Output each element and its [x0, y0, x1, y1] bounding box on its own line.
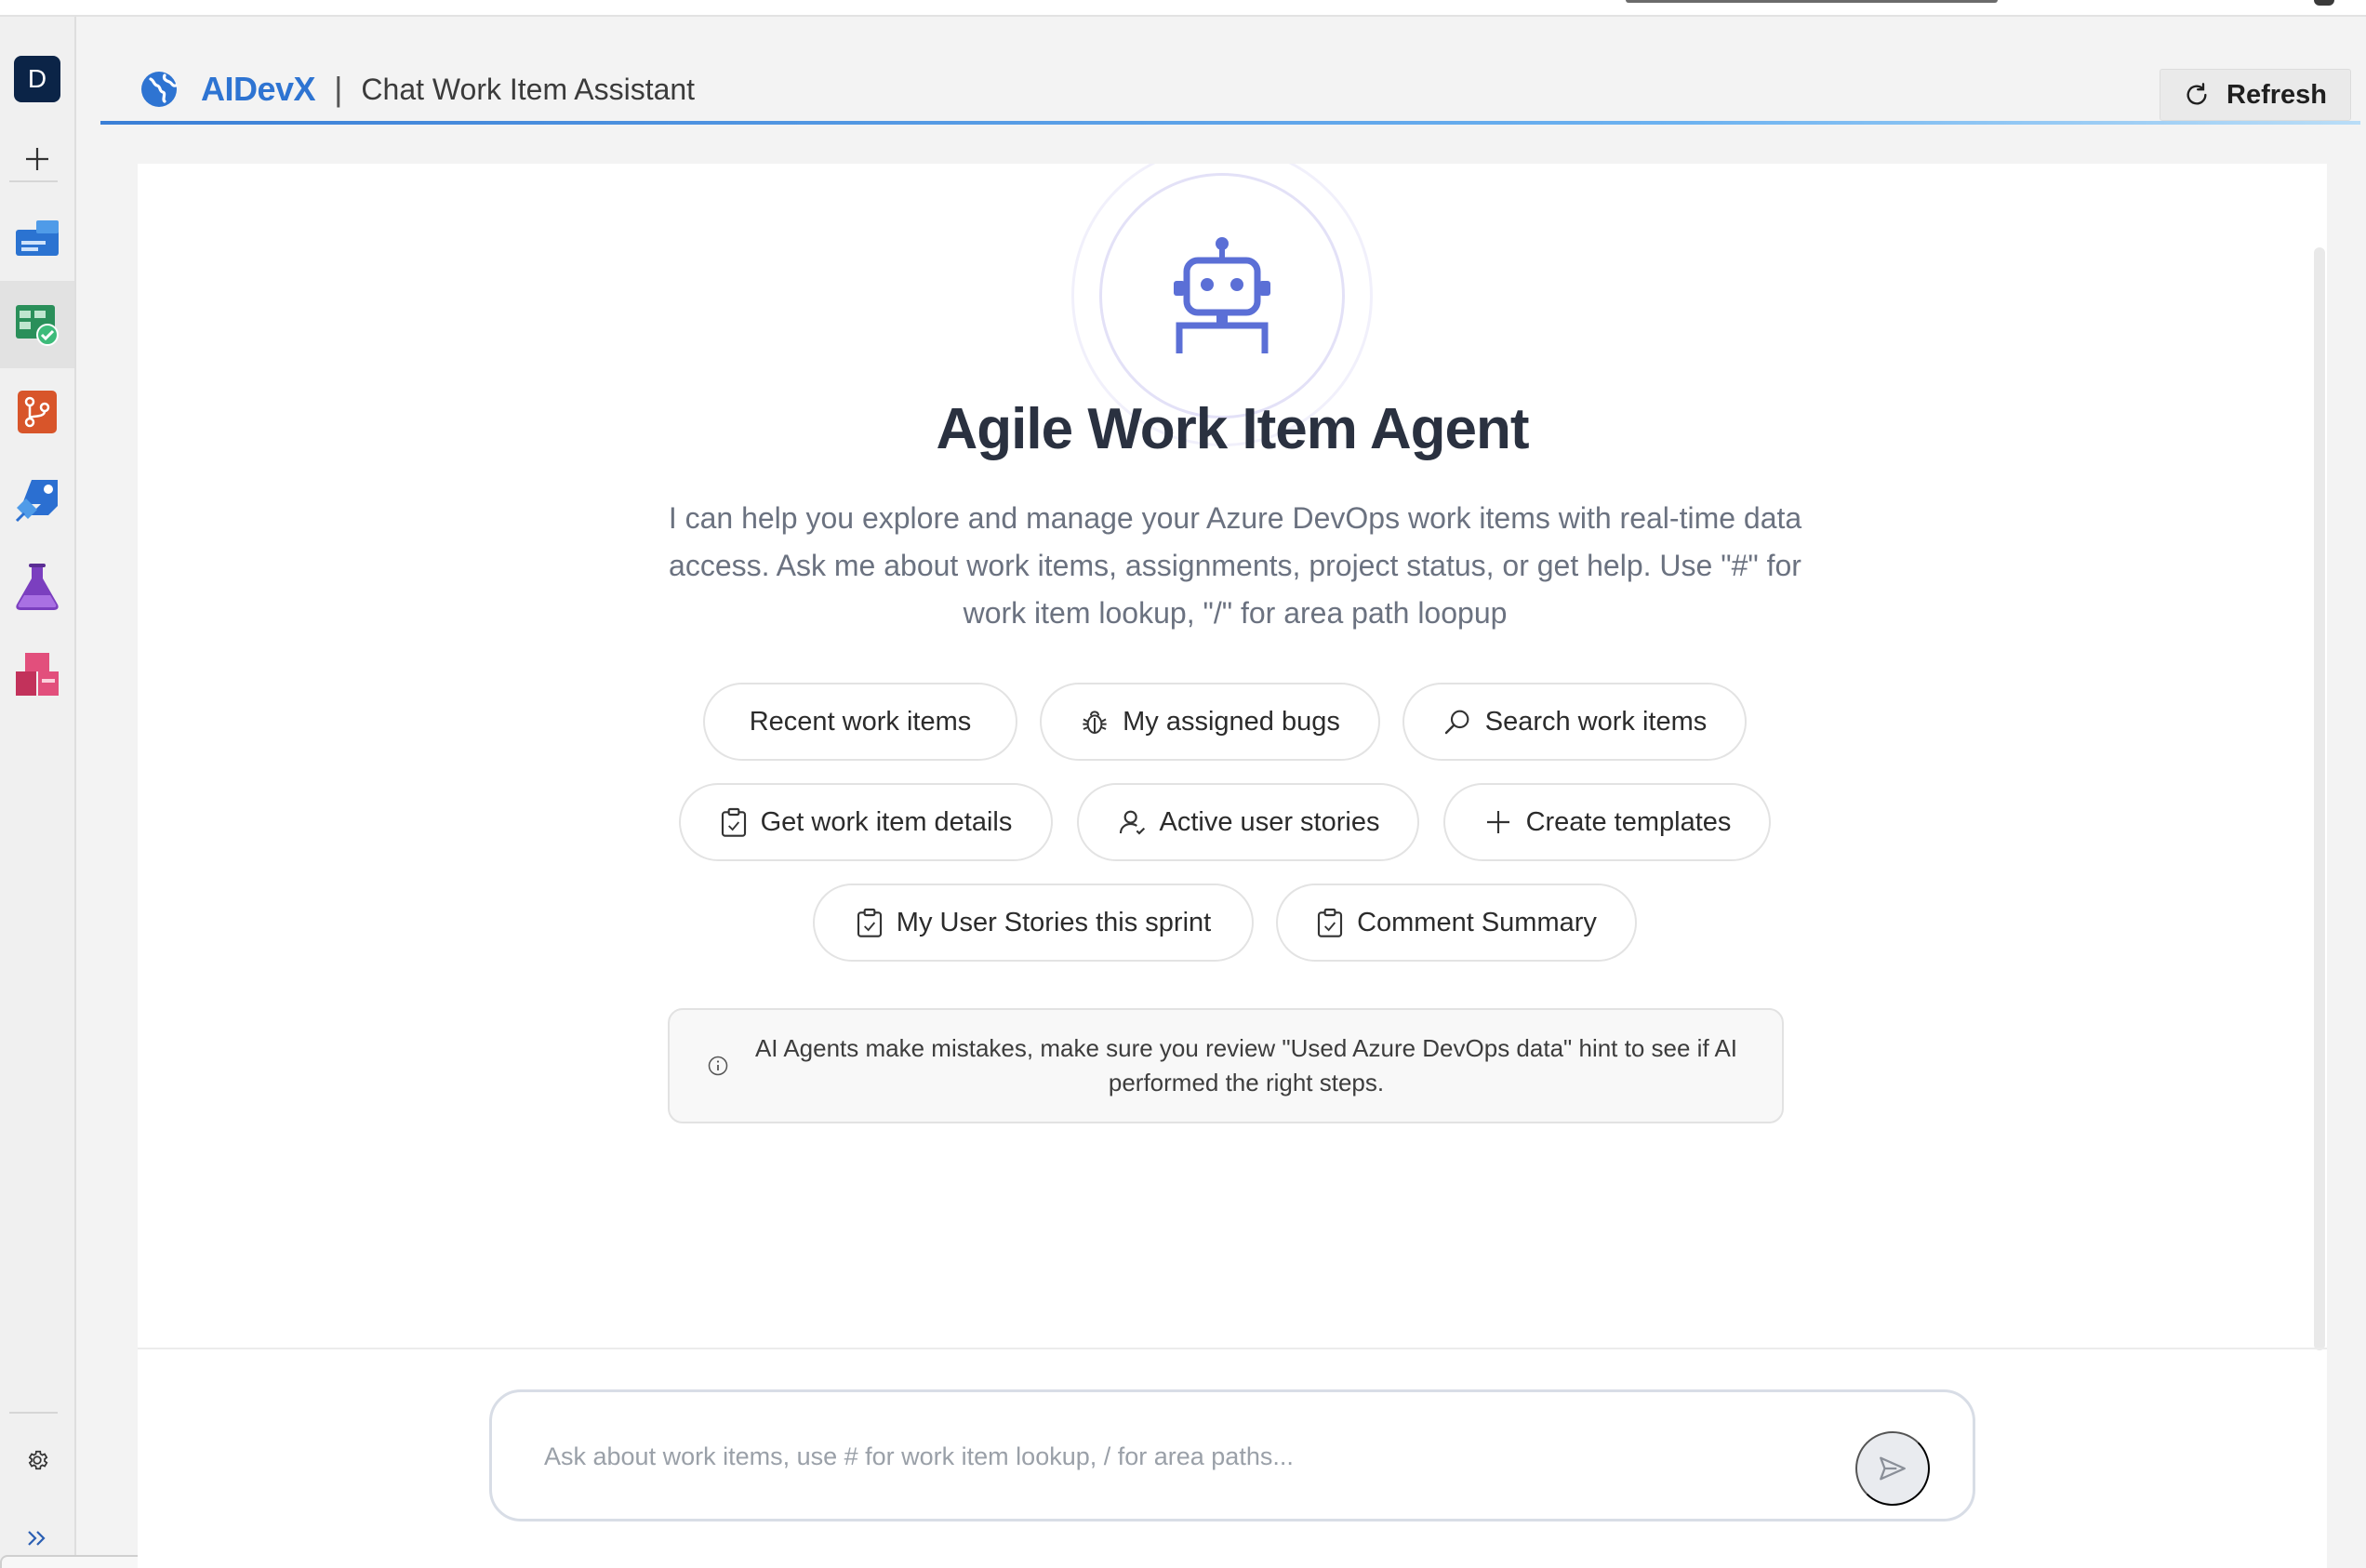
plus-icon [26, 148, 48, 170]
clipboard-icon [721, 807, 746, 837]
suggestion-label: Search work items [1484, 706, 1708, 737]
org-avatar: D [14, 56, 60, 102]
browser-top-strip [0, 0, 2366, 17]
rail-item-artifacts[interactable] [0, 631, 74, 718]
top-corner-indicator [2314, 0, 2334, 6]
top-tab-indicator [1626, 0, 1998, 3]
double-chevron-right-icon [28, 1531, 46, 1546]
brand-name: AIDevX [201, 70, 316, 108]
org-switcher[interactable]: D [0, 35, 74, 123]
suggestion-create-templates[interactable]: Create templates [1443, 783, 1771, 861]
chat-scroll-area[interactable]: Agile Work Item Agent I can help you exp… [138, 164, 2327, 1568]
left-navigation-rail: D [0, 17, 76, 1568]
suggestion-label: My assigned bugs [1123, 706, 1340, 737]
rail-item-overview[interactable] [0, 193, 74, 281]
suggestion-my-assigned-bugs[interactable]: My assigned bugs [1040, 683, 1380, 761]
suggestion-get-work-item-details[interactable]: Get work item details [679, 783, 1053, 861]
agent-description: I can help you explore and manage your A… [668, 501, 1802, 630]
rail-divider-bottom [9, 1412, 58, 1414]
artifacts-icon [16, 653, 59, 696]
clipboard-icon [857, 908, 882, 937]
settings-button[interactable] [0, 1430, 74, 1490]
info-icon [708, 1056, 728, 1076]
new-item-button[interactable] [0, 115, 74, 203]
flask-icon [16, 564, 59, 610]
send-icon [1880, 1456, 1906, 1481]
chat-composer [489, 1389, 1975, 1521]
send-button[interactable] [1855, 1431, 1930, 1506]
suggestion-label: Active user stories [1159, 806, 1380, 837]
expand-rail-button[interactable] [0, 1520, 74, 1557]
suggestion-label: My User Stories this sprint [896, 907, 1212, 937]
clipboard-icon [1318, 908, 1343, 937]
robot-icon [1174, 237, 1270, 353]
rail-item-boards[interactable] [0, 281, 74, 368]
ai-disclaimer-notice: AI Agents make mistakes, make sure you r… [668, 1008, 1784, 1123]
refresh-label: Refresh [2226, 79, 2327, 110]
app-header: AIDevX | Chat Work Item Assistant Refres… [100, 56, 2360, 125]
rail-item-repos[interactable] [0, 368, 74, 456]
page-title: Agile Work Item Agent [936, 397, 1530, 461]
repos-icon [18, 391, 57, 433]
chat-scrollbar[interactable] [2314, 247, 2325, 1350]
rail-item-test-plans[interactable] [0, 543, 74, 631]
suggestion-comment-summary[interactable]: Comment Summary [1276, 884, 1637, 962]
suggestion-my-user-stories-this-sprint[interactable]: My User Stories this sprint [813, 884, 1254, 962]
user-icon [1119, 810, 1145, 835]
gear-icon [28, 1450, 48, 1470]
boards-icon [16, 305, 59, 346]
globe-logo-icon [141, 72, 178, 107]
suggestion-active-user-stories[interactable]: Active user stories [1077, 783, 1419, 861]
refresh-button[interactable]: Refresh [2160, 69, 2351, 121]
bug-icon [1083, 711, 1107, 734]
suggestion-label: Recent work items [749, 706, 972, 737]
brand-separator: | [334, 70, 343, 108]
suggestion-search-work-items[interactable]: Search work items [1402, 683, 1747, 761]
rail-divider [9, 180, 58, 182]
suggestion-label: Comment Summary [1357, 907, 1597, 937]
overview-icon [16, 220, 59, 256]
header-underline [100, 121, 2360, 125]
plus-icon [1486, 811, 1509, 833]
chat-panel: Agile Work Item Agent I can help you exp… [138, 164, 2327, 1568]
search-icon [1444, 710, 1469, 735]
composer-divider [138, 1348, 2327, 1349]
brand: AIDevX | Chat Work Item Assistant [140, 67, 695, 112]
suggestion-recent-work-items[interactable]: Recent work items [703, 683, 1017, 761]
agent-avatar [1099, 173, 1345, 419]
suggestion-label: Get work item details [760, 806, 1013, 837]
app-subtitle: Chat Work Item Assistant [361, 72, 696, 106]
refresh-icon [2187, 83, 2207, 105]
rail-item-pipelines[interactable] [0, 456, 74, 543]
suggestion-label: Create templates [1525, 806, 1732, 837]
chat-input[interactable] [544, 1433, 1809, 1480]
pipelines-icon [15, 480, 58, 523]
notice-text: AI Agents make mistakes, make sure you r… [754, 1034, 1738, 1096]
